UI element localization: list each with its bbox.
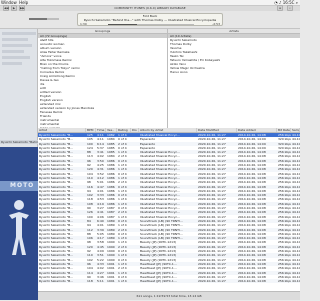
sidebar-item[interactable] bbox=[2, 50, 24, 53]
remaining-time: -2:53 bbox=[212, 22, 220, 26]
volume-fill bbox=[29, 18, 47, 20]
prev-track-button[interactable]: ◀◀ bbox=[3, 5, 9, 11]
artist-item[interactable]: Haruo Aono bbox=[168, 70, 300, 74]
column-header[interactable]: Artist bbox=[38, 128, 86, 132]
progress-bar[interactable] bbox=[108, 24, 194, 25]
sidebar-item[interactable] bbox=[2, 62, 22, 65]
column-header[interactable]: Sample bbox=[291, 128, 300, 132]
table-body: Ryuichi Sakamoto "B... 125 4:11 1982 1 of 4I… bbox=[38, 133, 300, 284]
column-header[interactable]: Dis bbox=[131, 128, 139, 132]
play-pause-button[interactable]: ▶ bbox=[11, 5, 17, 11]
sidebar-item[interactable] bbox=[2, 56, 30, 59]
elapsed-time: 1:30 bbox=[80, 22, 87, 26]
sidebar-item[interactable] bbox=[2, 32, 36, 35]
artist-browser: Artists All (10 Artists) Ryuichi Sakamoto… bbox=[168, 29, 300, 128]
column-header[interactable]: Time bbox=[96, 128, 106, 132]
artist-list: All (10 Artists) Ryuichi Sakamoto Thomas D… bbox=[168, 34, 300, 128]
grouping-browser: Groupings All (72 Groupings) A&M hits acou… bbox=[38, 29, 168, 128]
progress-fill bbox=[108, 24, 138, 25]
table-cell: Ryuichi Sakamoto "B... bbox=[39, 279, 74, 284]
column-header[interactable]: Date Modified bbox=[197, 128, 237, 132]
column-header[interactable]: BPM bbox=[86, 128, 96, 132]
column-header[interactable]: Album by Artist bbox=[139, 128, 197, 132]
artwork-label: MOTO bbox=[10, 182, 35, 189]
artwork-figure bbox=[9, 200, 29, 255]
track-table: Artist BPM Time Yea.. Rating Dis Album by Arti… bbox=[38, 128, 300, 291]
search-icon[interactable]: ⌕ bbox=[296, 0, 298, 5]
column-header[interactable]: Date Added bbox=[237, 128, 277, 132]
now-playing-display[interactable]: Fold Back Ryuichi Sakamoto "Behind the..… bbox=[77, 13, 223, 26]
table-cell bbox=[131, 279, 139, 283]
album-artwork[interactable]: MOTO bbox=[0, 147, 38, 300]
now-playing-title: Ryuichi Sakamoto "Behind the..." with Th… bbox=[83, 18, 217, 22]
search-button[interactable]: ⌕ bbox=[287, 5, 293, 11]
library-summary: 611 songs, 1:19:59:53 total time, 13.14 … bbox=[38, 291, 300, 300]
next-track-button[interactable]: ▶▶ bbox=[19, 5, 25, 11]
table-cell: 118 bbox=[87, 279, 93, 284]
table-cell: 1991 bbox=[107, 279, 115, 284]
sidebar-now-playing: Ryuichi Sakamoto "Behind th... with Thom… bbox=[0, 140, 38, 144]
table-cell: 44.100 bbox=[292, 279, 300, 284]
grouping-list: All (72 Groupings) A&M hits acoustic woman… bbox=[38, 34, 167, 128]
table-cell: 1 of 4 bbox=[118, 279, 127, 284]
table-cell: 2020.10.26, 11:27 bbox=[198, 279, 226, 284]
table-cell: 256 kbps bbox=[278, 279, 291, 284]
table-cell: 2014.10.26, 14:08 bbox=[238, 279, 266, 284]
column-header[interactable]: Yea.. bbox=[106, 128, 117, 132]
view-toggle-button[interactable]: ≡ bbox=[277, 5, 283, 11]
table-cell: 5:11 bbox=[97, 279, 104, 284]
sidebar-item[interactable] bbox=[2, 44, 32, 47]
column-header[interactable]: Rating bbox=[117, 128, 131, 132]
column-header[interactable]: Bit Rate bbox=[277, 128, 291, 132]
volume-slider[interactable] bbox=[29, 18, 59, 20]
table-cell: Heartbeat (JP) (90TC-1... bbox=[140, 279, 177, 284]
table-row[interactable]: Ryuichi Sakamoto "B... 118 5:11 1991 1 of 4 H… bbox=[38, 279, 300, 284]
sidebar-item[interactable] bbox=[2, 38, 28, 41]
